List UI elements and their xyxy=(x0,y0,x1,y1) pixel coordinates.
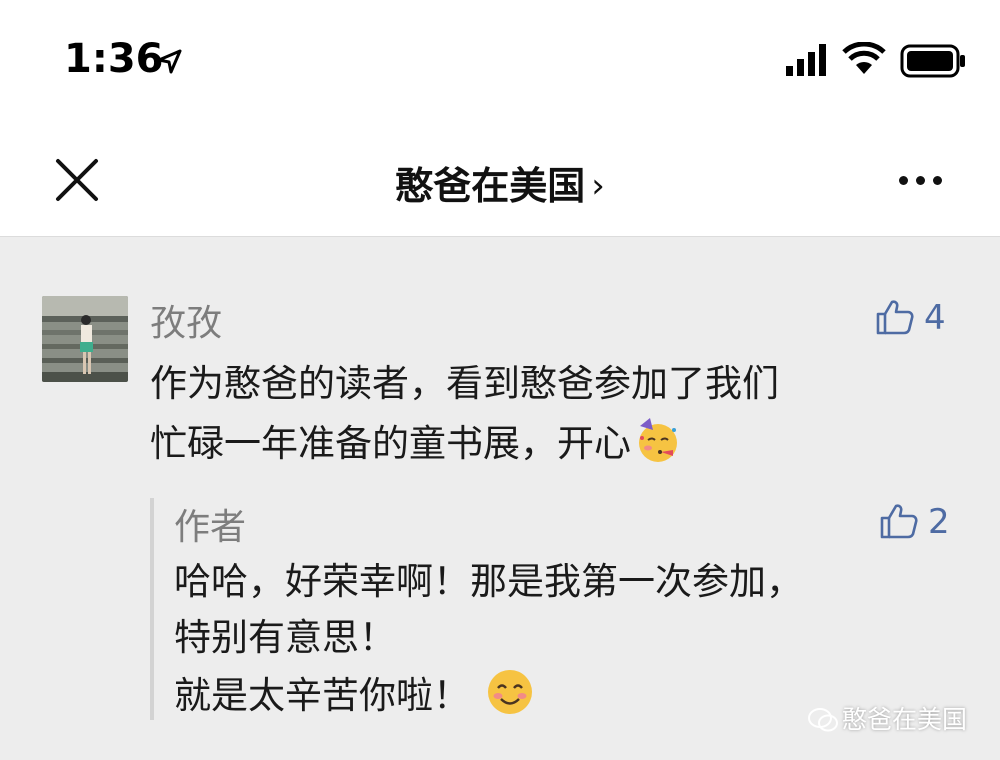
author-reply: 作者 2 哈哈，好荣幸啊！那是我第一次参加， 特别有意思！ 就是太辛苦你啦！ xyxy=(150,498,984,720)
like-button[interactable]: 4 xyxy=(876,298,946,338)
watermark: 憨爸在美国 xyxy=(808,700,967,736)
page-title: 憨爸在美国 xyxy=(395,164,586,208)
status-time: 1:36 xyxy=(64,36,164,82)
comment-line-2-wrap: 忙碌一年准备的童书展，开心 xyxy=(150,414,930,474)
comment-item: 孜孜 4 作为憨爸的读者，看到憨爸参加了我们 忙碌一年准备的童书展，开心 作者 xyxy=(0,236,1000,760)
comment-author: 孜孜 xyxy=(150,303,223,344)
wifi-icon xyxy=(842,42,886,74)
thumbs-up-icon xyxy=(880,504,918,539)
comment-text: 作为憨爸的读者，看到憨爸参加了我们 忙碌一年准备的童书展，开心 xyxy=(150,354,930,474)
like-button[interactable]: 2 xyxy=(880,502,950,542)
nav-bar: 憨爸在美国 › xyxy=(0,125,1000,237)
like-count: 2 xyxy=(928,502,950,542)
wechat-icon xyxy=(808,708,838,732)
comment-line-1: 作为憨爸的读者，看到憨爸参加了我们 xyxy=(150,362,779,405)
reply-line-2: 特别有意思！ xyxy=(174,616,396,659)
location-arrow-icon xyxy=(157,49,182,74)
status-bar: 1:36 xyxy=(0,0,1000,125)
cellular-signal-icon xyxy=(786,44,826,76)
battery-icon xyxy=(900,44,965,78)
page-title-link[interactable]: 憨爸在美国 › xyxy=(0,155,1000,210)
watermark-text: 憨爸在美国 xyxy=(842,705,968,734)
comment-line-2: 忙碌一年准备的童书展，开心 xyxy=(150,422,631,465)
avatar[interactable] xyxy=(42,296,128,382)
reply-line-1: 哈哈，好荣幸啊！那是我第一次参加， xyxy=(174,560,803,603)
more-options-icon[interactable] xyxy=(895,169,959,193)
like-count: 4 xyxy=(924,298,946,338)
reply-author: 作者 xyxy=(174,507,247,548)
reply-text: 哈哈，好荣幸啊！那是我第一次参加， 特别有意思！ 就是太辛苦你啦！ xyxy=(174,554,934,724)
chevron-right-icon: › xyxy=(591,166,605,206)
partying-face-icon xyxy=(639,418,677,462)
thumbs-up-icon xyxy=(876,300,914,335)
smiling-face-icon xyxy=(488,670,532,714)
reply-line-3: 就是太辛苦你啦！ xyxy=(174,674,470,717)
